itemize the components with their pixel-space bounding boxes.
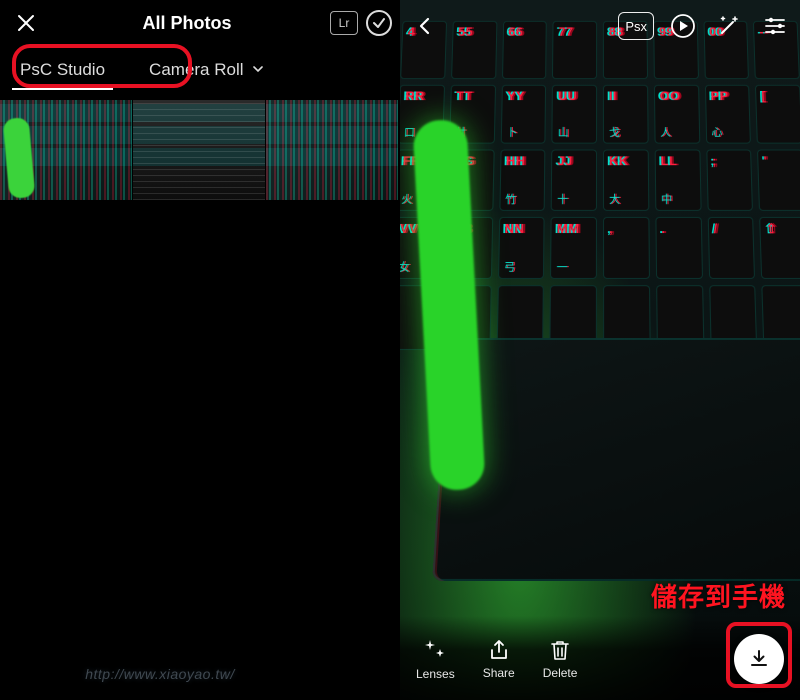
magic-wand-button[interactable] xyxy=(712,9,746,43)
chevron-down-icon xyxy=(252,63,264,75)
select-mode-button[interactable] xyxy=(366,10,392,36)
share-icon xyxy=(487,638,511,662)
magic-wand-icon xyxy=(717,14,741,38)
photo-key xyxy=(603,217,650,280)
editor-pane: Psx Lenses xyxy=(400,0,800,700)
tab-camera-roll[interactable]: Camera Roll xyxy=(147,54,266,90)
photo-key xyxy=(704,84,751,143)
photo-key xyxy=(499,150,546,211)
photo-key xyxy=(757,150,800,211)
gallery-title: All Photos xyxy=(44,13,330,34)
editor-bottom-bar: Lenses Share Delete xyxy=(400,616,800,700)
annotation-save-to-phone: 儲存到手機 xyxy=(651,577,786,614)
back-button[interactable] xyxy=(408,9,442,43)
thumbnail[interactable] xyxy=(0,100,133,200)
sparkles-icon xyxy=(422,637,448,663)
photo-key xyxy=(759,217,800,280)
gallery-header: All Photos Lr xyxy=(0,0,400,46)
photo-key xyxy=(500,84,546,143)
delete-button[interactable]: Delete xyxy=(543,638,578,680)
thumbnail[interactable] xyxy=(133,100,266,200)
photo-key xyxy=(497,217,544,280)
photo-key xyxy=(603,84,648,143)
adjust-sliders-button[interactable] xyxy=(758,9,792,43)
psx-button[interactable]: Psx xyxy=(618,12,654,40)
save-button[interactable] xyxy=(734,634,784,684)
editor-top-bar: Psx xyxy=(408,6,792,46)
tab-camera-roll-label: Camera Roll xyxy=(149,60,243,79)
close-icon xyxy=(17,14,35,32)
download-icon xyxy=(748,648,770,670)
photo-key xyxy=(655,217,702,280)
photo-key xyxy=(603,150,649,211)
photo-key xyxy=(552,84,597,143)
share-label: Share xyxy=(483,666,515,680)
photo-key xyxy=(654,84,700,143)
lenses-button[interactable]: Lenses xyxy=(416,637,455,681)
gallery-pane: All Photos Lr PsC Studio Camera Roll xyxy=(0,0,400,700)
close-button[interactable] xyxy=(8,5,44,41)
trash-icon xyxy=(548,638,572,662)
share-button[interactable]: Share xyxy=(483,638,515,680)
photo-key xyxy=(550,217,597,280)
chevron-left-icon xyxy=(416,17,434,35)
delete-label: Delete xyxy=(543,666,578,680)
photo-key xyxy=(654,150,701,211)
play-circle-icon xyxy=(670,13,696,39)
album-tabs: PsC Studio Camera Roll xyxy=(0,46,400,98)
sliders-icon xyxy=(763,14,787,38)
photo-key xyxy=(551,150,597,211)
watermark-text: http://www.xiaoyao.tw/ xyxy=(85,666,235,682)
play-button[interactable] xyxy=(666,9,700,43)
thumbnail-grid xyxy=(0,100,400,200)
thumbnail[interactable] xyxy=(266,100,399,200)
photo-key xyxy=(706,150,753,211)
check-icon xyxy=(372,16,386,30)
photo-key xyxy=(755,84,800,143)
lightroom-button[interactable]: Lr xyxy=(330,11,358,35)
tab-psc-studio[interactable]: PsC Studio xyxy=(18,54,107,90)
photo-touchpad-overlay xyxy=(432,338,800,581)
photo-key xyxy=(707,217,755,280)
lenses-label: Lenses xyxy=(416,667,455,681)
